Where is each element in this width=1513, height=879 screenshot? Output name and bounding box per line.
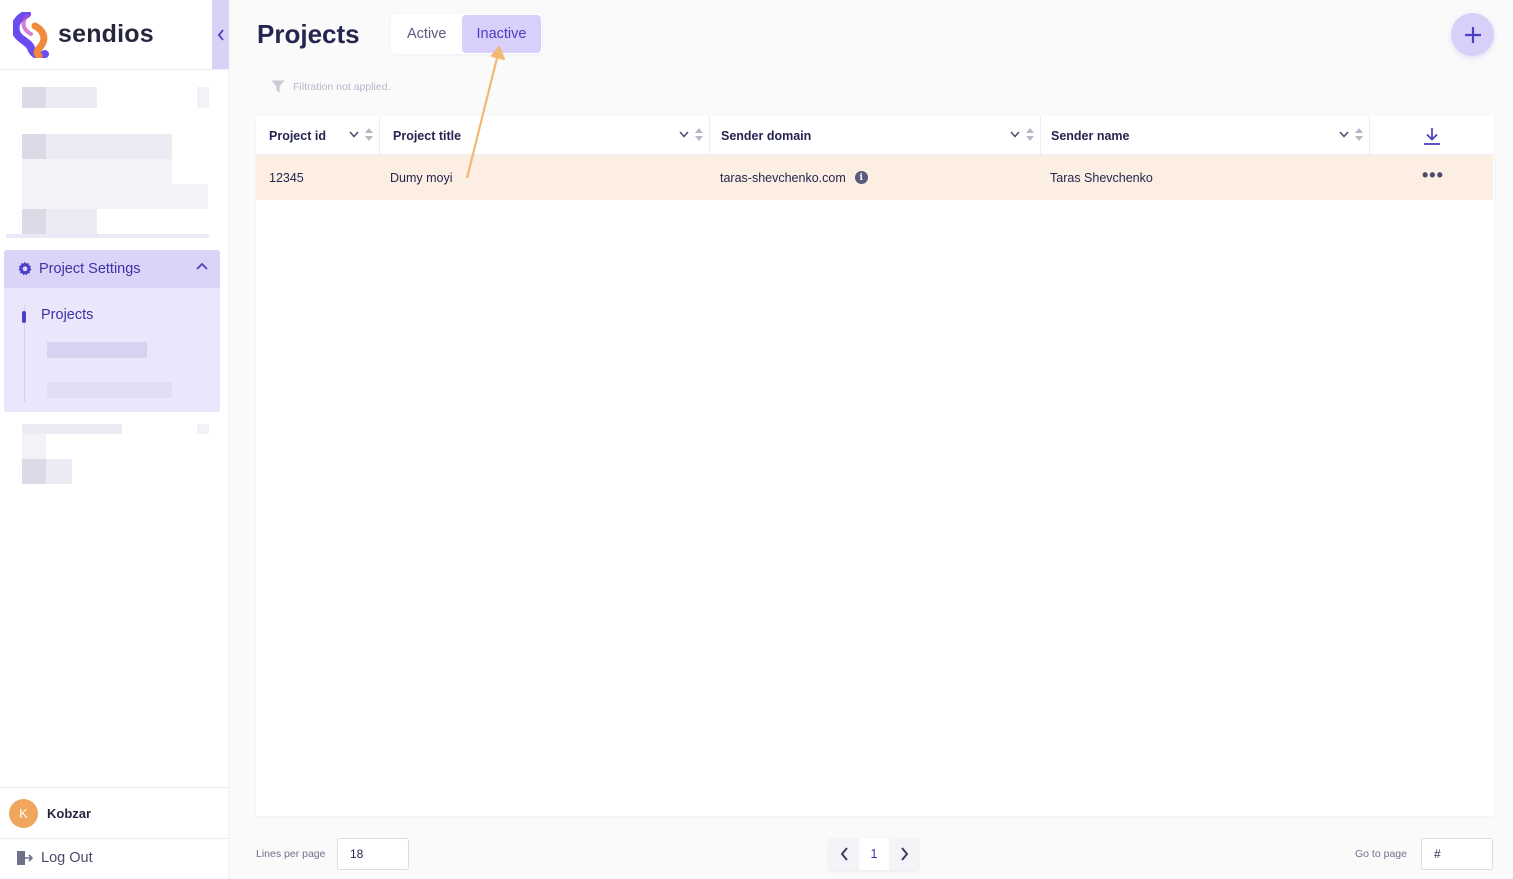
redacted-nav-item xyxy=(197,424,209,434)
sidebar: sendios Project Settings Projects K Kobz… xyxy=(0,0,229,879)
row-actions-menu-icon[interactable]: ••• xyxy=(1422,165,1444,186)
project-settings-label: Project Settings xyxy=(39,261,141,277)
download-column xyxy=(1370,116,1494,155)
column-label: Sender domain xyxy=(721,128,812,143)
chevron-left-icon xyxy=(217,28,224,41)
filter-status-text: Filtration not applied. xyxy=(293,80,391,93)
cell-project-title: Dumy moyi xyxy=(390,170,453,185)
tab-inactive[interactable]: Inactive xyxy=(461,15,542,53)
sender-domain-text: taras-shevchenko.com xyxy=(720,170,846,185)
redacted-nav-item xyxy=(22,184,208,209)
table-header: Project id Project title Sender domain S… xyxy=(256,116,1494,155)
redacted-nav-item xyxy=(46,209,97,234)
lines-per-page-label: Lines per page xyxy=(256,848,326,860)
user-profile[interactable]: K Kobzar xyxy=(0,787,229,839)
sort-icon[interactable] xyxy=(1355,128,1363,141)
go-to-page-label: Go to page xyxy=(1355,848,1407,860)
chevron-up-icon xyxy=(196,262,208,270)
sidebar-collapse-button[interactable] xyxy=(212,0,229,69)
redacted-nav-item xyxy=(22,209,46,234)
cell-sender-name: Taras Shevchenko xyxy=(1050,170,1153,185)
funnel-icon[interactable] xyxy=(271,80,285,93)
chevron-down-icon[interactable] xyxy=(349,131,359,138)
column-label: Project id xyxy=(269,128,326,143)
logo-mark-icon xyxy=(11,9,49,60)
previous-page-button[interactable] xyxy=(829,838,859,870)
redacted-nav-item xyxy=(46,459,72,484)
redacted-nav-item xyxy=(22,459,46,484)
logout-icon xyxy=(17,851,33,865)
sort-icon[interactable] xyxy=(1026,128,1034,141)
avatar: K xyxy=(9,798,38,828)
column-label: Sender name xyxy=(1051,128,1130,143)
column-header-project-id[interactable]: Project id xyxy=(256,116,380,155)
plus-icon xyxy=(1464,26,1481,43)
info-icon[interactable]: i xyxy=(854,171,868,184)
page-number-current[interactable]: 1 xyxy=(859,838,889,870)
pagination: 1 xyxy=(829,838,919,870)
column-header-project-title[interactable]: Project title xyxy=(380,116,710,155)
gear-icon xyxy=(18,261,32,276)
user-name: Kobzar xyxy=(47,805,92,821)
table-row[interactable]: 12345 Dumy moyi taras-shevchenko.com i T… xyxy=(256,155,1493,200)
redacted-sub-item xyxy=(47,342,147,358)
chevron-right-icon xyxy=(900,847,908,861)
logo[interactable]: sendios xyxy=(0,0,228,70)
redacted-nav-item xyxy=(22,434,46,459)
redacted-nav-item xyxy=(46,134,172,159)
column-header-sender-name[interactable]: Sender name xyxy=(1041,116,1370,155)
add-project-button[interactable] xyxy=(1451,13,1494,56)
column-label: Project title xyxy=(393,128,462,143)
redacted-nav-item xyxy=(22,87,46,108)
redacted-sub-item xyxy=(47,382,172,398)
chevron-down-icon[interactable] xyxy=(1010,131,1020,138)
sort-icon[interactable] xyxy=(695,128,703,141)
redacted-nav-item xyxy=(22,159,172,184)
logout-button[interactable]: Log Out xyxy=(16,850,93,866)
active-indicator xyxy=(22,311,26,323)
lines-per-page-input[interactable] xyxy=(337,838,409,870)
cell-sender-domain: taras-shevchenko.com i xyxy=(708,155,1039,200)
logout-label: Log Out xyxy=(41,850,93,866)
redacted-nav-item xyxy=(197,87,209,108)
cell-project-id: 12345 xyxy=(269,170,304,185)
chevron-down-icon[interactable] xyxy=(679,131,689,138)
brand-name: sendios xyxy=(58,20,154,48)
sort-icon[interactable] xyxy=(365,128,373,141)
project-settings-toggle[interactable]: Project Settings xyxy=(4,250,220,288)
tab-active[interactable]: Active xyxy=(392,15,462,53)
projects-table: Project id Project title Sender domain S… xyxy=(256,116,1494,816)
go-to-page-input[interactable] xyxy=(1421,838,1493,870)
project-settings-group: Project Settings Projects xyxy=(4,250,220,412)
redacted-nav-item xyxy=(46,87,97,108)
sidebar-item-projects[interactable]: Projects xyxy=(41,307,93,323)
status-tabs: Active Inactive xyxy=(391,14,543,54)
chevron-left-icon xyxy=(840,847,848,861)
page-title: Projects xyxy=(257,19,360,49)
redacted-nav-item xyxy=(22,424,122,434)
redacted-nav-item xyxy=(22,134,46,159)
chevron-down-icon[interactable] xyxy=(1339,131,1349,138)
column-header-sender-domain[interactable]: Sender domain xyxy=(710,116,1041,155)
filter-status: Filtration not applied. xyxy=(271,80,390,93)
sidebar-divider xyxy=(6,234,209,238)
download-icon[interactable] xyxy=(1423,127,1441,145)
next-page-button[interactable] xyxy=(889,838,919,870)
